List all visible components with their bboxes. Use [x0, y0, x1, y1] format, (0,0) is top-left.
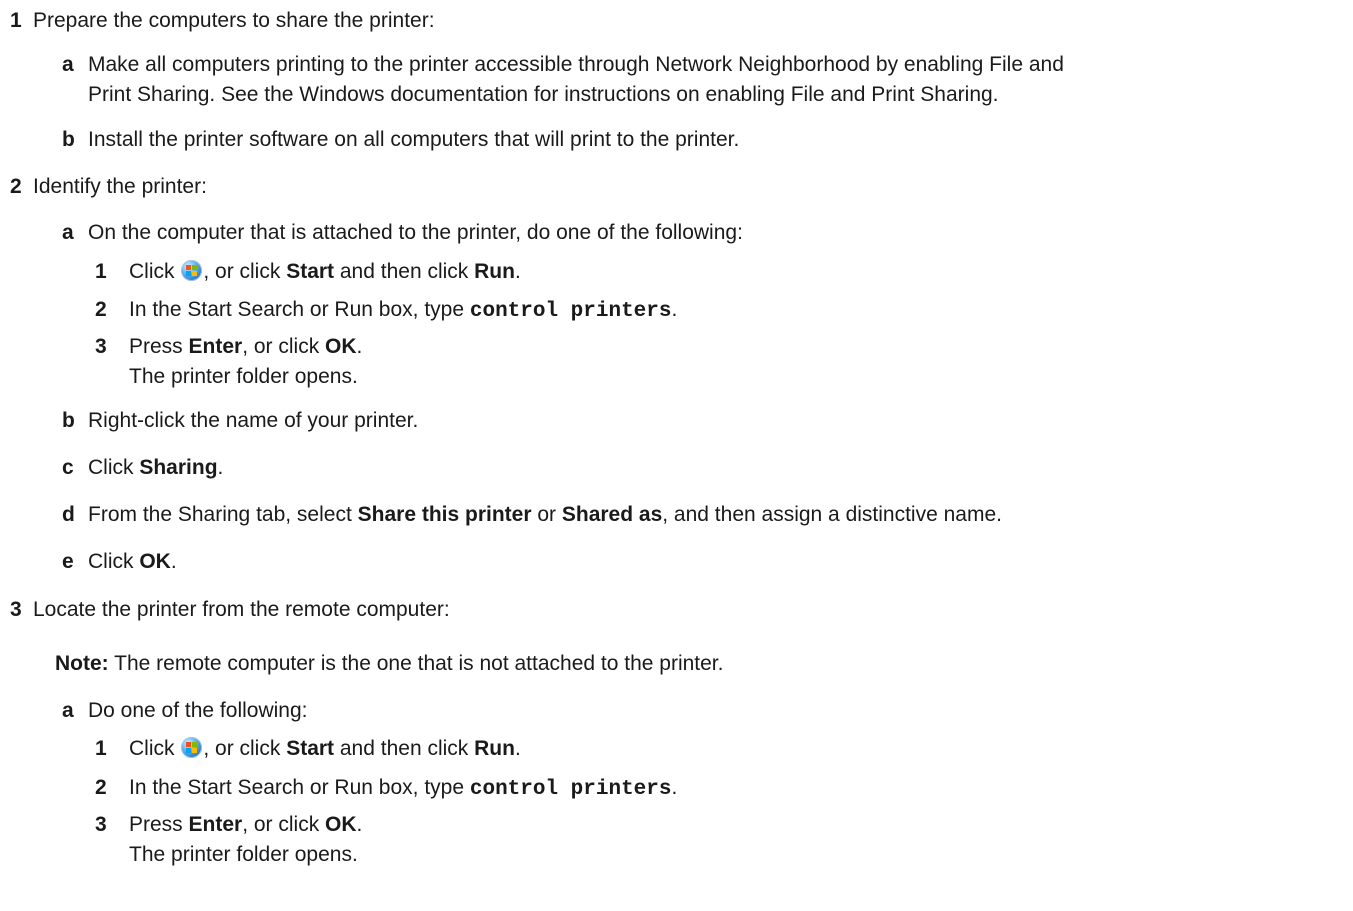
item-text: In the Start Search or Run box, type con…	[129, 776, 678, 801]
substep-text: On the computer that is attached to the …	[88, 221, 743, 244]
substep-text: Install the printer software on all comp…	[88, 128, 740, 151]
item-number: 2	[95, 298, 107, 321]
substep-letter: a	[62, 221, 74, 244]
step-number: 2	[10, 175, 22, 198]
substep-text: Do one of the following:	[88, 699, 308, 722]
substep-text: Click Sharing.	[88, 456, 224, 479]
item-number: 3	[95, 335, 107, 358]
item-text: Press Enter, or click OK.	[129, 335, 363, 358]
command-text: control printers	[469, 778, 672, 801]
item-text: Click , or click Start and then click Ru…	[129, 260, 521, 283]
substep-letter: c	[62, 456, 74, 479]
windows-start-orb-icon	[181, 260, 203, 281]
result-text: The printer folder opens.	[129, 843, 358, 866]
substep-text: Click OK.	[88, 550, 177, 573]
step-text: Identify the printer:	[33, 175, 207, 198]
substep-letter: e	[62, 550, 74, 573]
item-number: 3	[95, 813, 107, 836]
substep-letter: b	[62, 128, 75, 151]
substep-letter: b	[62, 409, 75, 432]
note-label: Note:	[55, 652, 109, 675]
note-text: Note: The remote computer is the one tha…	[55, 652, 724, 675]
windows-start-orb-icon	[181, 737, 203, 758]
substep-letter: a	[62, 699, 74, 722]
step-number: 1	[10, 9, 22, 32]
substep-text: Print Sharing. See the Windows documenta…	[88, 83, 999, 106]
substep-text: From the Sharing tab, select Share this …	[88, 503, 1002, 526]
item-text: Click , or click Start and then click Ru…	[129, 737, 521, 760]
substep-letter: d	[62, 503, 75, 526]
substep-letter: a	[62, 53, 74, 76]
substep-text: Right-click the name of your printer.	[88, 409, 419, 432]
result-text: The printer folder opens.	[129, 365, 358, 388]
substep-text: Make all computers printing to the print…	[88, 53, 1064, 76]
item-number: 1	[95, 260, 107, 283]
item-number: 2	[95, 776, 107, 799]
step-number: 3	[10, 598, 22, 621]
step-text: Prepare the computers to share the print…	[33, 9, 435, 32]
command-text: control printers	[469, 300, 672, 323]
step-text: Locate the printer from the remote compu…	[33, 598, 450, 621]
item-number: 1	[95, 737, 107, 760]
item-text: Press Enter, or click OK.	[129, 813, 363, 836]
item-text: In the Start Search or Run box, type con…	[129, 298, 678, 323]
